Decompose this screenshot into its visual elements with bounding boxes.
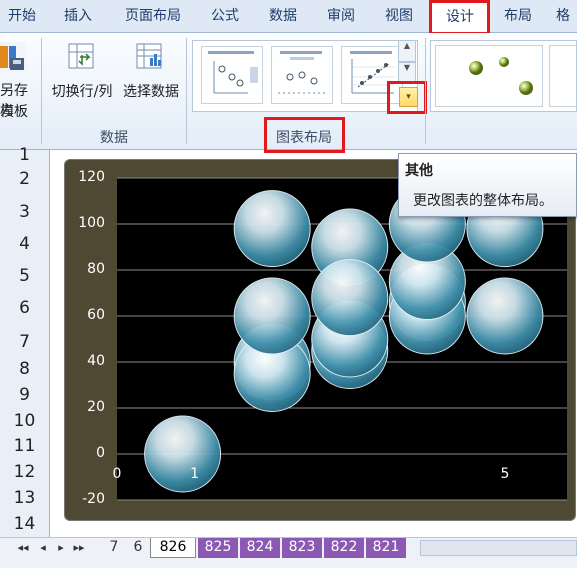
horizontal-scrollbar[interactable] (420, 540, 577, 556)
bubble-point[interactable] (466, 277, 544, 355)
x-tick-label: 0 (113, 466, 122, 482)
sheet-tab[interactable]: 6 (126, 538, 150, 558)
last-sheet-button[interactable]: ▸▸ (72, 541, 86, 557)
bubble-point[interactable] (311, 259, 389, 337)
bubble-point[interactable] (144, 415, 222, 493)
sheet-tab[interactable]: 7 (102, 538, 126, 558)
tooltip: 其他 更改图表的整体布局。 (398, 153, 577, 217)
x-tick-label: 5 (500, 466, 509, 482)
y-tick-label: 40 (87, 353, 105, 369)
sheet-tab[interactable]: 821 (366, 538, 406, 558)
y-tick-label: 120 (78, 169, 105, 185)
next-sheet-button[interactable]: ▸ (54, 541, 68, 557)
y-tick-label: 100 (78, 215, 105, 231)
y-tick-label: -20 (82, 491, 105, 507)
bubble-point[interactable] (233, 277, 311, 355)
first-sheet-button[interactable]: ◂◂ (16, 541, 30, 557)
tooltip-title: 其他 (405, 163, 433, 179)
y-tick-label: 0 (96, 445, 105, 461)
sheet-tab[interactable]: 822 (324, 538, 364, 558)
y-tick-label: 60 (87, 307, 105, 323)
sheet-tab-active[interactable]: 826 (150, 538, 196, 558)
tooltip-description: 更改图表的整体布局。 (413, 193, 553, 209)
bubble-point[interactable] (233, 190, 311, 268)
sheet-tab[interactable]: 825 (198, 538, 238, 558)
y-tick-label: 80 (87, 261, 105, 277)
y-tick-label: 20 (87, 399, 105, 415)
sheet-tab[interactable]: 823 (282, 538, 322, 558)
sheet-tab[interactable]: 824 (240, 538, 280, 558)
prev-sheet-button[interactable]: ◂ (36, 541, 50, 557)
x-tick-label: 1 (190, 466, 199, 482)
bubble-chart: 0 1 5 (113, 177, 567, 501)
